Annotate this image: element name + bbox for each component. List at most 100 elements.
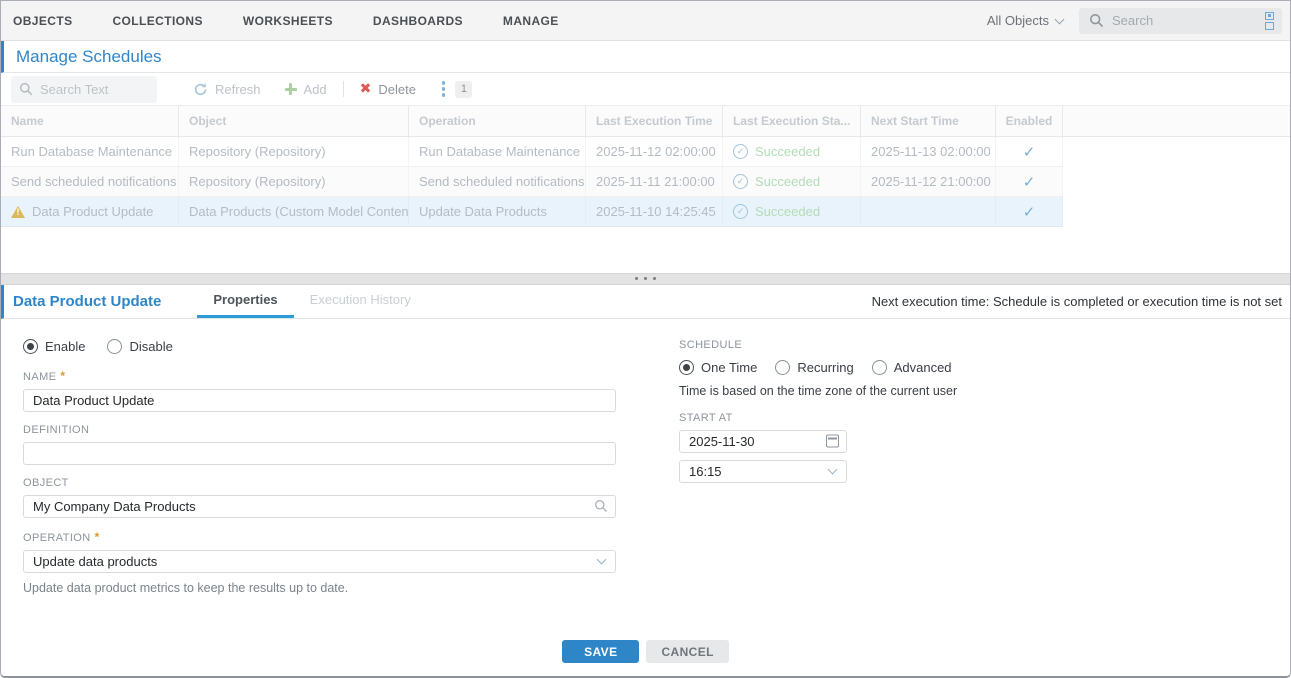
nav-item-dashboards[interactable]: DASHBOARDS (373, 14, 463, 28)
table-row[interactable]: Send scheduled notifications Repository … (1, 167, 1063, 197)
page-title: Manage Schedules (16, 47, 162, 67)
cell-last-execution-status: ✓ Succeeded (723, 167, 861, 196)
one-time-radio[interactable]: One Time (679, 360, 757, 375)
advanced-radio[interactable]: Advanced (872, 360, 952, 375)
calendar-icon[interactable] (826, 435, 839, 448)
column-header-next-start-time[interactable]: Next Start Time (861, 106, 996, 136)
save-button[interactable]: SAVE (562, 640, 639, 663)
detail-title: Data Product Update (13, 285, 161, 318)
succeeded-icon: ✓ (733, 174, 748, 189)
object-input[interactable] (23, 495, 616, 518)
advanced-radio-label: Advanced (894, 360, 952, 375)
search-icon (19, 82, 33, 96)
object-search-icon[interactable] (594, 499, 608, 513)
app-window: OBJECTS COLLECTIONS WORKSHEETS DASHBOARD… (0, 0, 1291, 678)
column-header-enabled[interactable]: Enabled (996, 106, 1063, 136)
cell-enabled: ✓ (996, 197, 1063, 226)
delete-button[interactable]: ✖ Delete (348, 73, 428, 105)
cancel-button[interactable]: CANCEL (646, 640, 728, 663)
detail-panel: Data Product Update Properties Execution… (1, 285, 1290, 677)
enable-radio[interactable]: Enable (23, 339, 85, 354)
name-input[interactable] (23, 389, 616, 412)
column-header-name[interactable]: Name (1, 106, 179, 136)
state-radio-group: Enable Disable (23, 339, 616, 354)
cell-object: Repository (Repository) (179, 167, 409, 196)
timezone-note: Time is based on the time zone of the cu… (679, 384, 979, 398)
disable-radio[interactable]: Disable (107, 339, 172, 354)
panel-splitter-handle[interactable] (1, 273, 1290, 285)
table-row[interactable]: Run Database Maintenance Repository (Rep… (1, 137, 1063, 167)
table-search-box (11, 76, 157, 103)
search-icon (1089, 13, 1104, 28)
tab-properties[interactable]: Properties (197, 285, 293, 318)
cell-object: Data Products (Custom Model Content) (179, 197, 409, 226)
cell-enabled: ✓ (996, 167, 1063, 196)
operation-field-label: OPERATION* (23, 530, 616, 544)
succeeded-icon: ✓ (733, 204, 748, 219)
status-text: Succeeded (755, 204, 820, 219)
cell-last-execution-time: 2025-11-10 14:25:45 (586, 197, 723, 226)
table-search-input[interactable] (40, 82, 149, 97)
object-field-wrap (23, 495, 616, 518)
add-button[interactable]: Add (273, 73, 339, 105)
definition-field-wrap (23, 442, 616, 465)
cell-enabled: ✓ (996, 137, 1063, 166)
cell-name: Data Product Update (1, 197, 179, 226)
recurring-radio-label: Recurring (797, 360, 853, 375)
schedules-toolbar: Refresh Add ✖ Delete 1 (1, 73, 1290, 106)
table-row-selected[interactable]: Data Product Update Data Products (Custo… (1, 197, 1063, 227)
table-empty-area (1, 227, 1290, 273)
next-execution-note: Next execution time: Schedule is complet… (872, 285, 1290, 318)
refresh-button[interactable]: Refresh (181, 73, 273, 105)
detail-header: Data Product Update Properties Execution… (1, 285, 1290, 319)
chevron-down-icon (828, 464, 838, 474)
page-title-bar: Manage Schedules (1, 41, 1290, 73)
nav-item-manage[interactable]: MANAGE (503, 14, 559, 28)
start-time-select[interactable]: 16:15 (679, 460, 847, 483)
schedule-form: Enable Disable NAME* DEFINITION (1, 319, 1290, 641)
column-header-last-execution-time[interactable]: Last Execution Time (586, 106, 723, 136)
cell-operation: Send scheduled notifications (409, 167, 586, 196)
required-marker: * (60, 369, 65, 383)
delete-x-icon: ✖ (360, 82, 372, 96)
start-date-input[interactable] (679, 430, 847, 453)
object-field-label: OBJECT (23, 477, 616, 489)
disable-radio-label: Disable (129, 339, 172, 354)
enabled-check-icon: ✓ (1023, 203, 1036, 221)
column-header-object[interactable]: Object (179, 106, 409, 136)
chevron-down-icon (1055, 14, 1065, 24)
global-search-input[interactable] (1112, 13, 1265, 28)
scope-selector-label: All Objects (987, 13, 1049, 28)
one-time-radio-label: One Time (701, 360, 757, 375)
name-field-wrap (23, 389, 616, 412)
definition-field-label: DEFINITION (23, 424, 616, 436)
start-time-value: 16:15 (689, 464, 722, 479)
add-label: Add (304, 82, 327, 97)
status-text: Succeeded (755, 144, 820, 159)
column-header-operation[interactable]: Operation (409, 106, 586, 136)
cell-name: Send scheduled notifications (1, 167, 179, 196)
start-at-field-label: START AT (679, 412, 979, 424)
refresh-icon (193, 82, 208, 97)
definition-input[interactable] (23, 442, 616, 465)
form-footer: SAVE CANCEL (1, 640, 1290, 676)
cell-object: Repository (Repository) (179, 137, 409, 166)
nav-item-objects[interactable]: OBJECTS (13, 14, 72, 28)
tab-execution-history[interactable]: Execution History (294, 285, 427, 318)
cell-last-execution-status: ✓ Succeeded (723, 197, 861, 226)
nav-item-collections[interactable]: COLLECTIONS (112, 14, 202, 28)
radio-dot-icon (872, 360, 887, 375)
more-options-icon[interactable] (436, 77, 452, 101)
recurring-radio[interactable]: Recurring (775, 360, 853, 375)
radio-dot-icon (107, 339, 122, 354)
nav-item-worksheets[interactable]: WORKSHEETS (243, 14, 333, 28)
form-left-column: Enable Disable NAME* DEFINITION (23, 339, 616, 641)
advanced-search-icon[interactable] (1265, 12, 1274, 30)
cell-operation: Run Database Maintenance (409, 137, 586, 166)
column-header-last-execution-status[interactable]: Last Execution Sta... (723, 106, 861, 136)
scope-selector[interactable]: All Objects (987, 13, 1063, 28)
square-icon (1265, 22, 1274, 30)
operation-select[interactable]: Update data products (23, 550, 616, 573)
enable-radio-label: Enable (45, 339, 85, 354)
column-header-filler (1063, 106, 1290, 136)
